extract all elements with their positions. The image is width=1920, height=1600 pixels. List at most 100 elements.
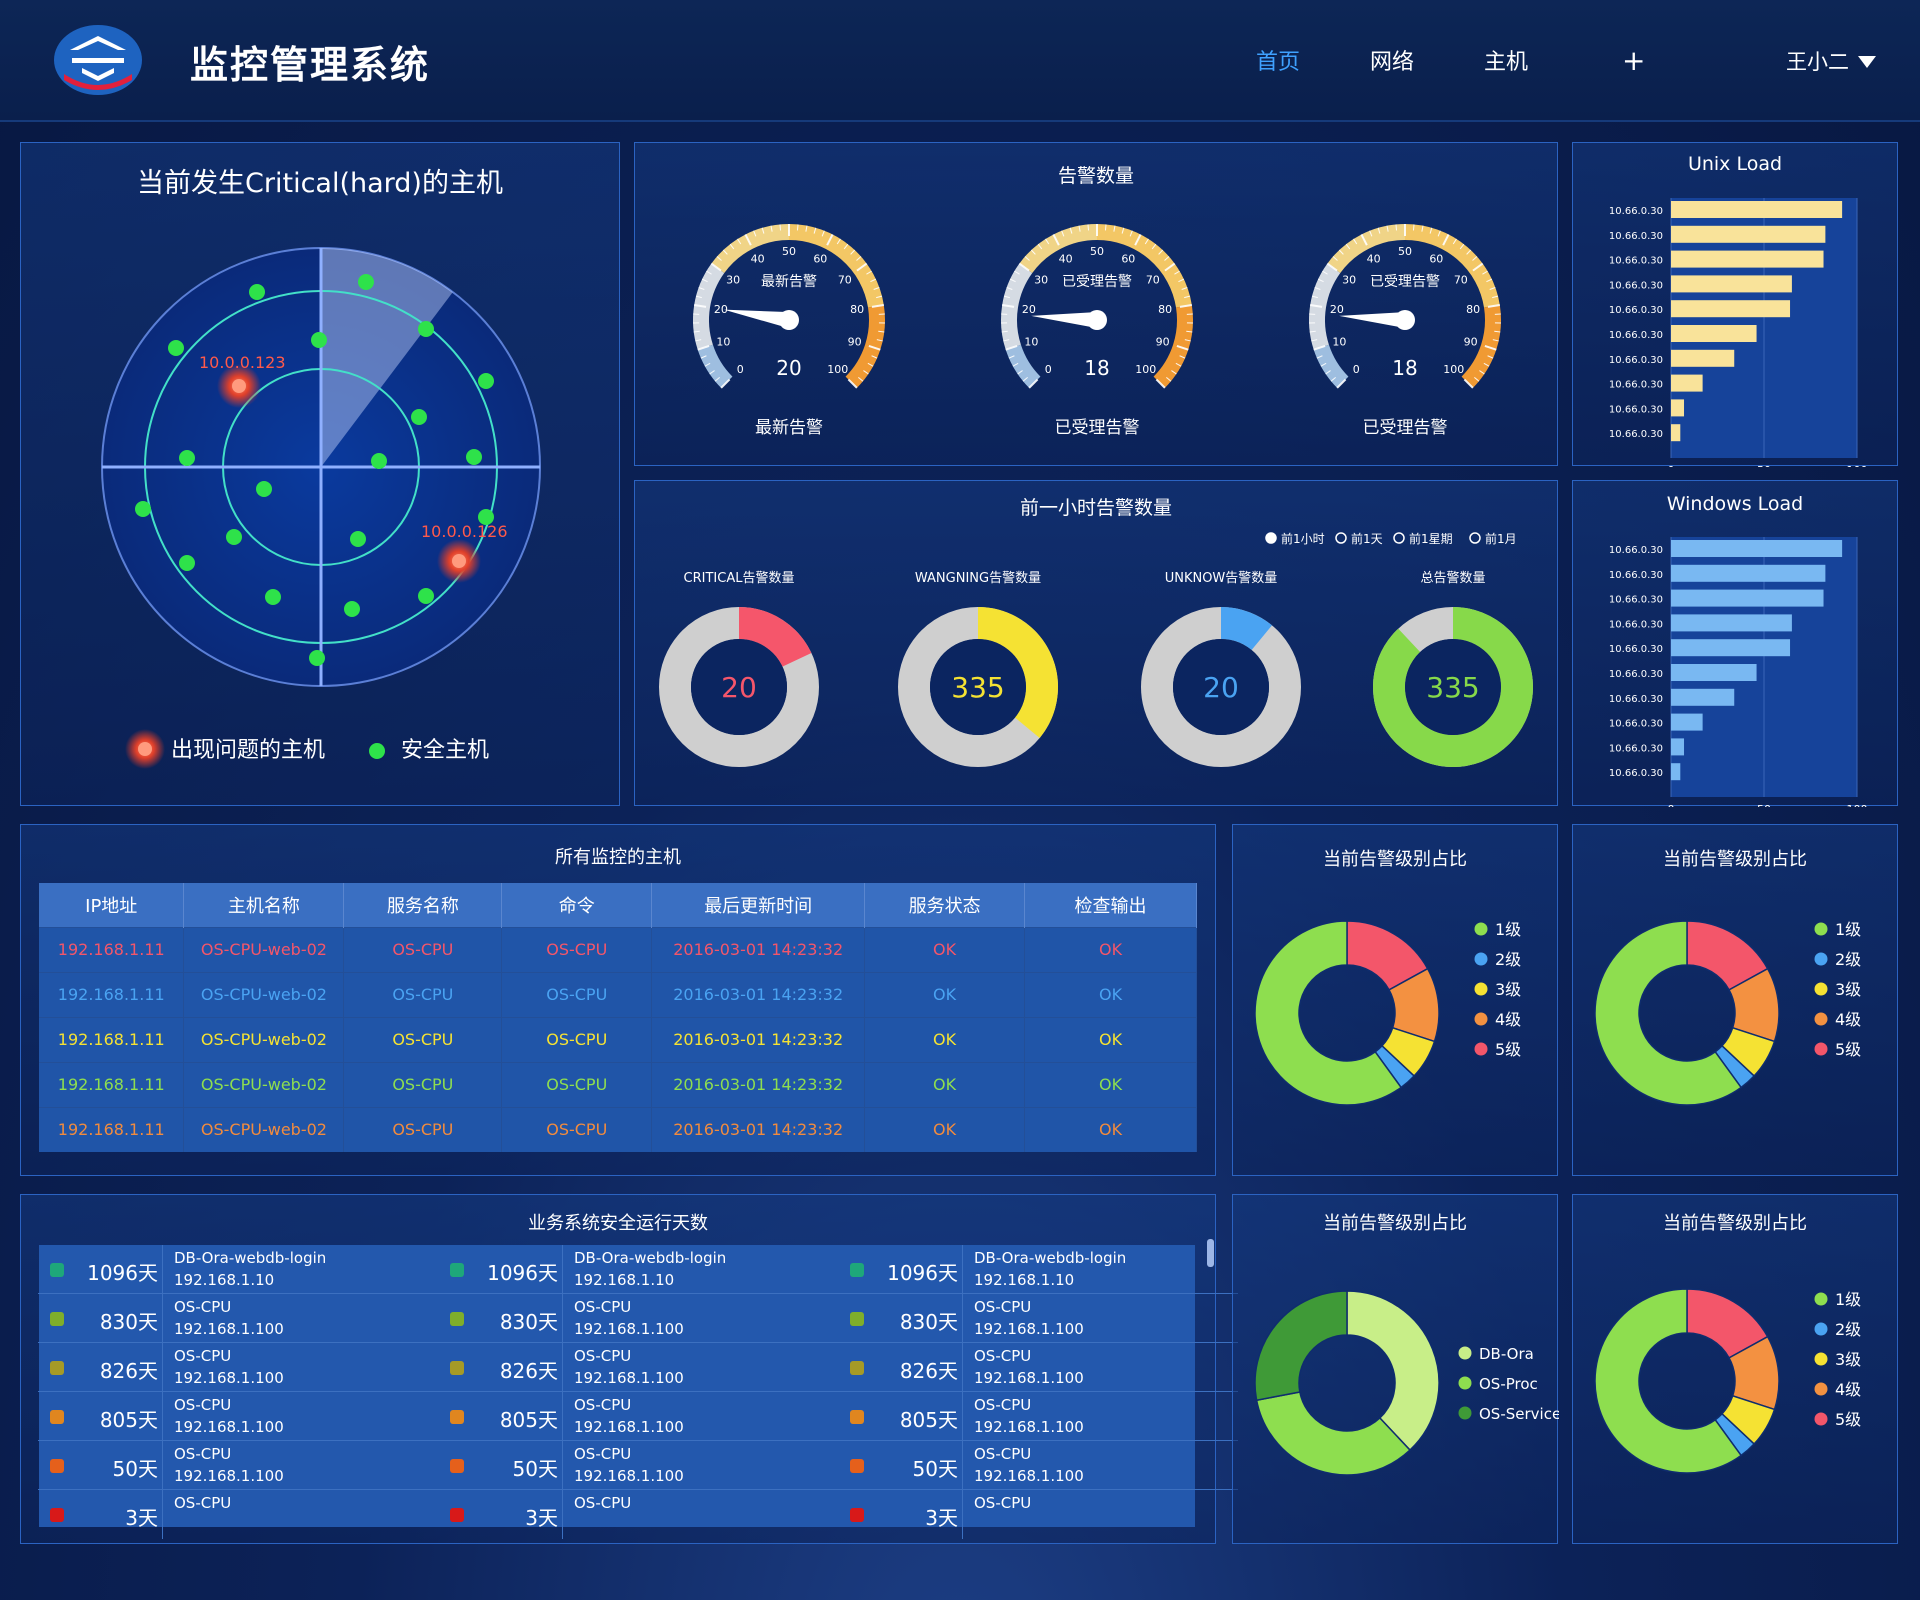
uptime-row[interactable]: 805天 OS-CPU 192.168.1.100 (838, 1392, 1238, 1441)
uptime-row[interactable]: 805天 OS-CPU 192.168.1.100 (38, 1392, 438, 1441)
safe-host-dot[interactable] (344, 601, 360, 617)
uptime-row[interactable]: 1096天 DB-Ora-webdb-login 192.168.1.10 (38, 1245, 438, 1294)
user-menu[interactable]: 王小二 (1786, 46, 1849, 76)
load-bar[interactable] (1671, 763, 1681, 781)
safe-host-dot[interactable] (466, 449, 482, 465)
safe-host-dot[interactable] (256, 481, 272, 497)
load-bar[interactable] (1671, 349, 1735, 367)
load-bar[interactable] (1671, 614, 1792, 632)
col-output[interactable]: 检查输出 (1024, 883, 1197, 927)
col-hostname[interactable]: 主机名称 (183, 883, 345, 927)
load-bar[interactable] (1671, 201, 1843, 218)
nav-host[interactable]: 主机 (1484, 44, 1528, 76)
legend-item[interactable]: 5级 (1814, 1040, 1862, 1059)
uptime-row[interactable]: 3天 OS-CPU (838, 1490, 1238, 1539)
load-bar[interactable] (1671, 225, 1826, 243)
uptime-row[interactable]: 830天 OS-CPU 192.168.1.100 (838, 1294, 1238, 1343)
legend-item[interactable]: OS-Proc (1458, 1375, 1538, 1393)
filter-radio-3[interactable]: 前1星期 (1393, 531, 1453, 546)
load-bar[interactable] (1671, 399, 1685, 417)
safe-host-dot[interactable] (311, 332, 327, 348)
safe-host-dot[interactable] (411, 409, 427, 425)
table-row[interactable]: 192.168.1.11 OS-CPU-web-02 OS-CPU OS-CPU 201… (39, 926, 1197, 972)
col-ip[interactable]: IP地址 (39, 883, 185, 927)
uptime-row[interactable]: 826天 OS-CPU 192.168.1.100 (38, 1343, 438, 1392)
col-command[interactable]: 命令 (501, 883, 653, 927)
uptime-row[interactable]: 826天 OS-CPU 192.168.1.100 (838, 1343, 1238, 1392)
filter-radio-4[interactable]: 前1月 (1469, 531, 1517, 546)
add-button[interactable]: + (1622, 44, 1645, 77)
nav-network[interactable]: 网络 (1370, 44, 1414, 76)
uptime-row[interactable]: 805天 OS-CPU 192.168.1.100 (438, 1392, 838, 1441)
load-bar[interactable] (1671, 540, 1843, 557)
uptime-row[interactable]: 826天 OS-CPU 192.168.1.100 (438, 1343, 838, 1392)
legend-item[interactable]: 1级 (1814, 920, 1862, 939)
uptime-row[interactable]: 3天 OS-CPU (438, 1490, 838, 1539)
legend-item[interactable]: 5级 (1814, 1410, 1862, 1429)
legend-item[interactable]: 2级 (1814, 1320, 1862, 1339)
legend-item[interactable]: 2级 (1474, 950, 1522, 969)
safe-host-dot[interactable] (358, 274, 374, 290)
legend-item[interactable]: 5级 (1474, 1040, 1522, 1059)
legend-item[interactable]: 4级 (1814, 1010, 1862, 1029)
load-bar[interactable] (1671, 664, 1757, 681)
load-bar[interactable] (1671, 713, 1703, 731)
load-bar[interactable] (1671, 738, 1685, 756)
uptime-row[interactable]: 830天 OS-CPU 192.168.1.100 (438, 1294, 838, 1343)
legend-item[interactable]: DB-Ora (1458, 1345, 1534, 1363)
uptime-row[interactable]: 1096天 DB-Ora-webdb-login 192.168.1.10 (838, 1245, 1238, 1294)
safe-host-dot[interactable] (478, 373, 494, 389)
table-row[interactable]: 192.168.1.11 OS-CPU-web-02 OS-CPU OS-CPU 201… (39, 1061, 1197, 1107)
safe-host-dot[interactable] (371, 453, 387, 469)
legend-item[interactable]: 2级 (1814, 950, 1862, 969)
donut-slice[interactable] (1255, 1391, 1412, 1476)
table-row[interactable]: 192.168.1.11 OS-CPU-web-02 OS-CPU OS-CPU 201… (39, 971, 1197, 1017)
legend-item[interactable]: OS-Service (1458, 1405, 1560, 1423)
safe-host-dot[interactable] (249, 284, 265, 300)
legend-item[interactable]: 3级 (1814, 1350, 1862, 1369)
col-service[interactable]: 服务名称 (343, 883, 503, 927)
uptime-row[interactable]: 1096天 DB-Ora-webdb-login 192.168.1.10 (438, 1245, 838, 1294)
legend-item[interactable]: 4级 (1474, 1010, 1522, 1029)
uptime-row[interactable]: 50天 OS-CPU 192.168.1.100 (438, 1441, 838, 1490)
load-bar[interactable] (1671, 250, 1824, 268)
col-status[interactable]: 服务状态 (864, 883, 1026, 927)
table-row[interactable]: 192.168.1.11 OS-CPU-web-02 OS-CPU OS-CPU 201… (39, 1106, 1197, 1152)
legend-item[interactable]: 3级 (1474, 980, 1522, 999)
filter-radio-2[interactable]: 前1天 (1335, 531, 1383, 546)
filter-radio-1[interactable]: 前1小时 (1265, 531, 1325, 546)
donut-slice[interactable] (1346, 1290, 1440, 1452)
load-bar[interactable] (1671, 275, 1792, 293)
uptime-row[interactable]: 50天 OS-CPU 192.168.1.100 (38, 1441, 438, 1490)
safe-host-dot[interactable] (168, 340, 184, 356)
safe-host-dot[interactable] (309, 650, 325, 666)
load-bar[interactable] (1671, 639, 1791, 657)
load-bar[interactable] (1671, 300, 1791, 318)
safe-host-dot[interactable] (135, 501, 151, 517)
col-updated[interactable]: 最后更新时间 (651, 883, 866, 927)
load-bar[interactable] (1671, 589, 1824, 607)
safe-host-dot[interactable] (418, 588, 434, 604)
safe-host-dot[interactable] (226, 529, 242, 545)
load-bar[interactable] (1671, 688, 1735, 706)
legend-item[interactable]: 1级 (1814, 1290, 1862, 1309)
legend-item[interactable]: 3级 (1814, 980, 1862, 999)
load-bar[interactable] (1671, 374, 1703, 392)
uptime-row[interactable]: 3天 OS-CPU (38, 1490, 438, 1539)
chevron-down-icon[interactable] (1858, 56, 1876, 68)
safe-host-dot[interactable] (265, 589, 281, 605)
load-bar[interactable] (1671, 325, 1757, 342)
table-row[interactable]: 192.168.1.11 OS-CPU-web-02 OS-CPU OS-CPU 201… (39, 1016, 1197, 1062)
safe-host-dot[interactable] (350, 531, 366, 547)
uptime-row[interactable]: 830天 OS-CPU 192.168.1.100 (38, 1294, 438, 1343)
safe-host-dot[interactable] (179, 450, 195, 466)
legend-item[interactable]: 1级 (1474, 920, 1522, 939)
nav-home[interactable]: 首页 (1256, 44, 1300, 76)
donut-slice[interactable] (1254, 1290, 1348, 1402)
safe-host-dot[interactable] (179, 555, 195, 571)
uptime-row[interactable]: 50天 OS-CPU 192.168.1.100 (838, 1441, 1238, 1490)
legend-item[interactable]: 4级 (1814, 1380, 1862, 1399)
load-bar[interactable] (1671, 424, 1681, 442)
safe-host-dot[interactable] (418, 321, 434, 337)
load-bar[interactable] (1671, 564, 1826, 582)
